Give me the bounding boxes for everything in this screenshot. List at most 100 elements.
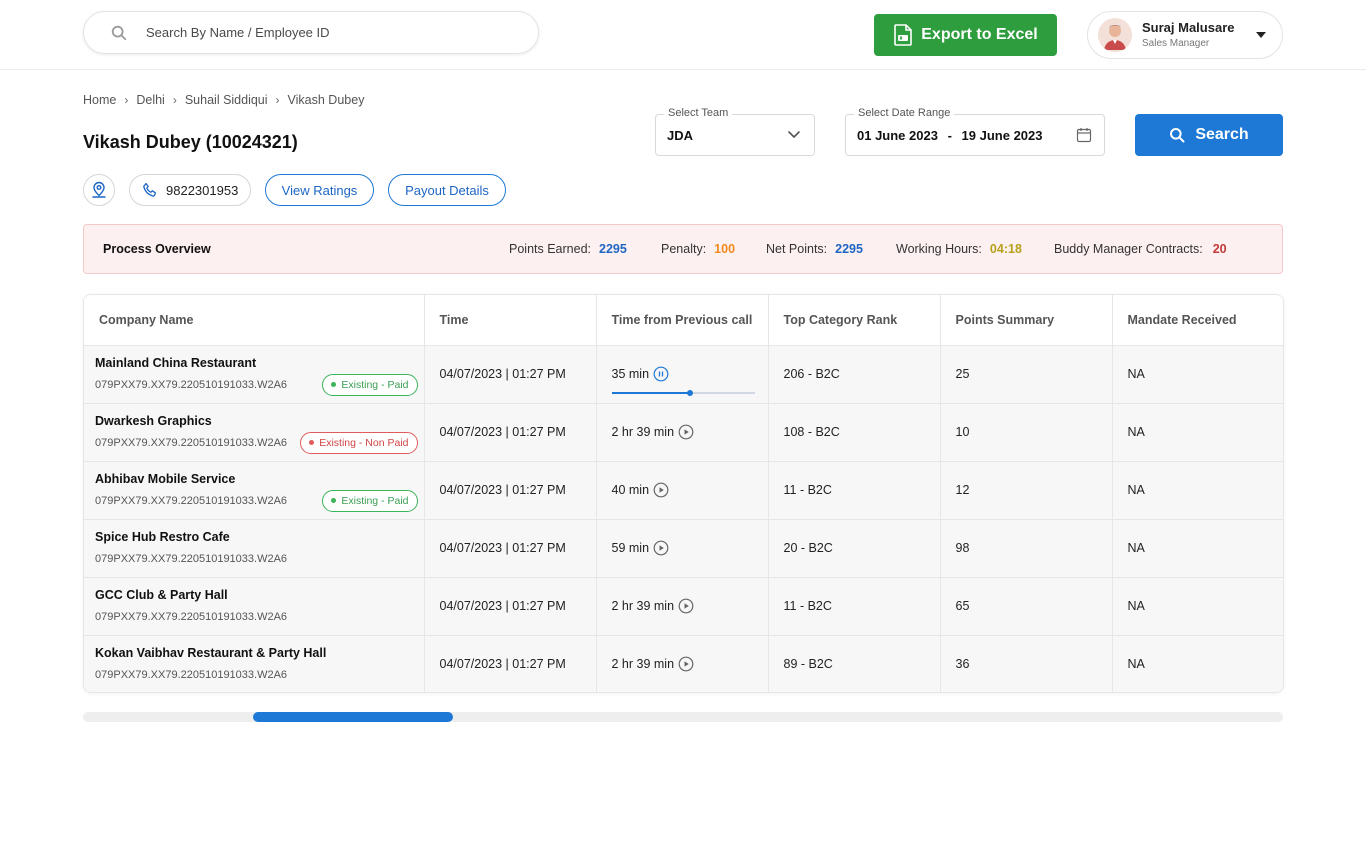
company-id: 079PXX79.XX79.220510191033.W2A6 (95, 552, 288, 565)
date-range-value: 01 June 2023 - 19 June 2023 (857, 128, 1043, 143)
search-box[interactable] (83, 11, 539, 54)
table-row[interactable]: Dwarkesh Graphics 079PXX79.XX79.22051019… (84, 403, 1283, 462)
mandate-cell: NA (1112, 519, 1283, 578)
company-name[interactable]: Kokan Vaibhav Restaurant & Party Hall (95, 646, 326, 660)
column-header[interactable]: Mandate Received (1112, 295, 1283, 346)
company-cell: Kokan Vaibhav Restaurant & Party Hall 07… (84, 635, 425, 692)
chevron-right-icon: › (124, 93, 129, 107)
column-header[interactable]: Company Name (84, 295, 425, 346)
time-cell: 04/07/2023 | 01:27 PM (424, 461, 597, 520)
search-input[interactable] (146, 25, 506, 40)
points-cell: 36 (940, 635, 1113, 692)
prev-call-duration: 35 min (611, 367, 650, 381)
chevron-down-icon (788, 131, 800, 138)
audio-progress-bar[interactable] (611, 389, 755, 396)
horizontal-scrollbar[interactable] (83, 712, 1283, 722)
company-name[interactable]: Mainland China Restaurant (95, 356, 256, 370)
company-name[interactable]: Dwarkesh Graphics (95, 414, 212, 428)
user-avatar (1098, 18, 1132, 52)
column-header[interactable]: Points Summary (940, 295, 1113, 346)
process-overview-bar: Process Overview Points Earned: 2295 Pena… (83, 224, 1283, 274)
prev-call-duration: 2 hr 39 min (611, 425, 675, 439)
user-profile-menu[interactable]: Suraj Malusare Sales Manager (1087, 11, 1283, 59)
points-cell: 10 (940, 403, 1113, 462)
play-icon[interactable] (653, 540, 669, 556)
date-range-picker[interactable]: Select Date Range 01 June 2023 - 19 June… (845, 107, 1105, 156)
company-name[interactable]: Spice Hub Restro Cafe (95, 530, 230, 544)
select-team-value: JDA (667, 128, 694, 143)
company-name[interactable]: GCC Club & Party Hall (95, 588, 228, 602)
scrollbar-thumb[interactable] (253, 712, 453, 722)
play-icon[interactable] (653, 482, 669, 498)
calendar-icon[interactable] (1076, 127, 1092, 143)
rank-cell: 20 - B2C (768, 519, 941, 578)
table-row[interactable]: GCC Club & Party Hall 079PXX79.XX79.2205… (84, 577, 1283, 636)
select-team-label: Select Team (664, 107, 733, 119)
date-range-label: Select Date Range (854, 107, 955, 119)
table-row[interactable]: Mainland China Restaurant 079PXX79.XX79.… (84, 345, 1283, 404)
play-icon[interactable] (678, 598, 694, 614)
prev-call-cell: 59 min (596, 519, 769, 578)
caret-down-icon[interactable] (1256, 32, 1266, 38)
search-button-label: Search (1195, 126, 1249, 143)
payout-details-button[interactable]: Payout Details (388, 174, 506, 206)
user-role: Sales Manager (1142, 38, 1210, 50)
mandate-cell: NA (1112, 403, 1283, 462)
page-title: Vikash Dubey (10024321) (83, 132, 298, 152)
column-header[interactable]: Time from Previous call (596, 295, 769, 346)
prev-call-cell: 2 hr 39 min (596, 577, 769, 636)
buddy-contracts-label: Buddy Manager Contracts: (1054, 242, 1203, 256)
breadcrumb-home[interactable]: Home (83, 93, 116, 107)
company-id: 079PXX79.XX79.220510191033.W2A6 (95, 668, 288, 681)
status-badge-label: Existing - Paid (341, 378, 409, 391)
play-icon[interactable] (678, 424, 694, 440)
prev-call-cell: 35 min (596, 345, 769, 404)
buddy-contracts-value: 20 (1212, 242, 1227, 256)
status-badge: Existing - Non Paid (300, 431, 418, 454)
calls-table: Company Name Time Time from Previous cal… (83, 294, 1284, 693)
location-button[interactable] (83, 174, 115, 206)
view-ratings-button[interactable]: View Ratings (265, 174, 374, 206)
table-row[interactable]: Abhibav Mobile Service 079PXX79.XX79.220… (84, 461, 1283, 520)
points-earned-value: 2295 (599, 242, 627, 256)
rank-cell: 108 - B2C (768, 403, 941, 462)
points-cell: 25 (940, 345, 1113, 404)
user-name: Suraj Malusare (1142, 19, 1235, 35)
top-bar: Export to Excel Suraj Malusare Sales Man… (0, 0, 1366, 70)
search-icon (1170, 128, 1185, 143)
phone-number-chip[interactable]: 9822301953 (129, 174, 251, 206)
rank-cell: 11 - B2C (768, 577, 941, 636)
select-team-dropdown[interactable]: Select Team JDA (655, 107, 815, 156)
net-points-label: Net Points: (766, 242, 828, 256)
table-row[interactable]: Spice Hub Restro Cafe 079PXX79.XX79.2205… (84, 519, 1283, 578)
chevron-right-icon: › (172, 93, 177, 107)
points-cell: 12 (940, 461, 1113, 520)
breadcrumb-city[interactable]: Delhi (136, 93, 165, 107)
mandate-cell: NA (1112, 345, 1283, 404)
company-id: 079PXX79.XX79.220510191033.W2A6 (95, 610, 288, 623)
search-icon (111, 25, 127, 40)
status-dot (331, 498, 337, 503)
breadcrumb: Home › Delhi › Suhail Siddiqui › Vikash … (83, 93, 364, 107)
prev-call-duration: 2 hr 39 min (611, 657, 675, 672)
status-badge-label: Existing - Paid (341, 494, 409, 507)
column-header[interactable]: Top Category Rank (768, 295, 941, 346)
export-to-excel-button[interactable]: Export to Excel (874, 14, 1057, 56)
time-cell: 04/07/2023 | 01:27 PM (424, 519, 597, 578)
table-header-row: Company Name Time Time from Previous cal… (84, 295, 1283, 346)
pause-icon[interactable] (653, 366, 669, 382)
breadcrumb-current: Vikash Dubey (287, 93, 365, 107)
column-header[interactable]: Time (424, 295, 597, 346)
audio-progress-handle[interactable] (687, 389, 694, 396)
points-earned-label: Points Earned: (509, 242, 591, 256)
play-icon[interactable] (678, 656, 694, 672)
table-row[interactable]: Kokan Vaibhav Restaurant & Party Hall 07… (84, 635, 1283, 692)
time-cell: 04/07/2023 | 01:27 PM (424, 635, 597, 692)
search-button[interactable]: Search (1135, 114, 1283, 156)
status-badge: Existing - Paid (322, 489, 418, 512)
phone-number: 9822301953 (166, 182, 239, 198)
status-dot (331, 382, 337, 387)
company-name[interactable]: Abhibav Mobile Service (95, 472, 235, 486)
rank-cell: 89 - B2C (768, 635, 941, 692)
breadcrumb-manager[interactable]: Suhail Siddiqui (185, 93, 268, 107)
